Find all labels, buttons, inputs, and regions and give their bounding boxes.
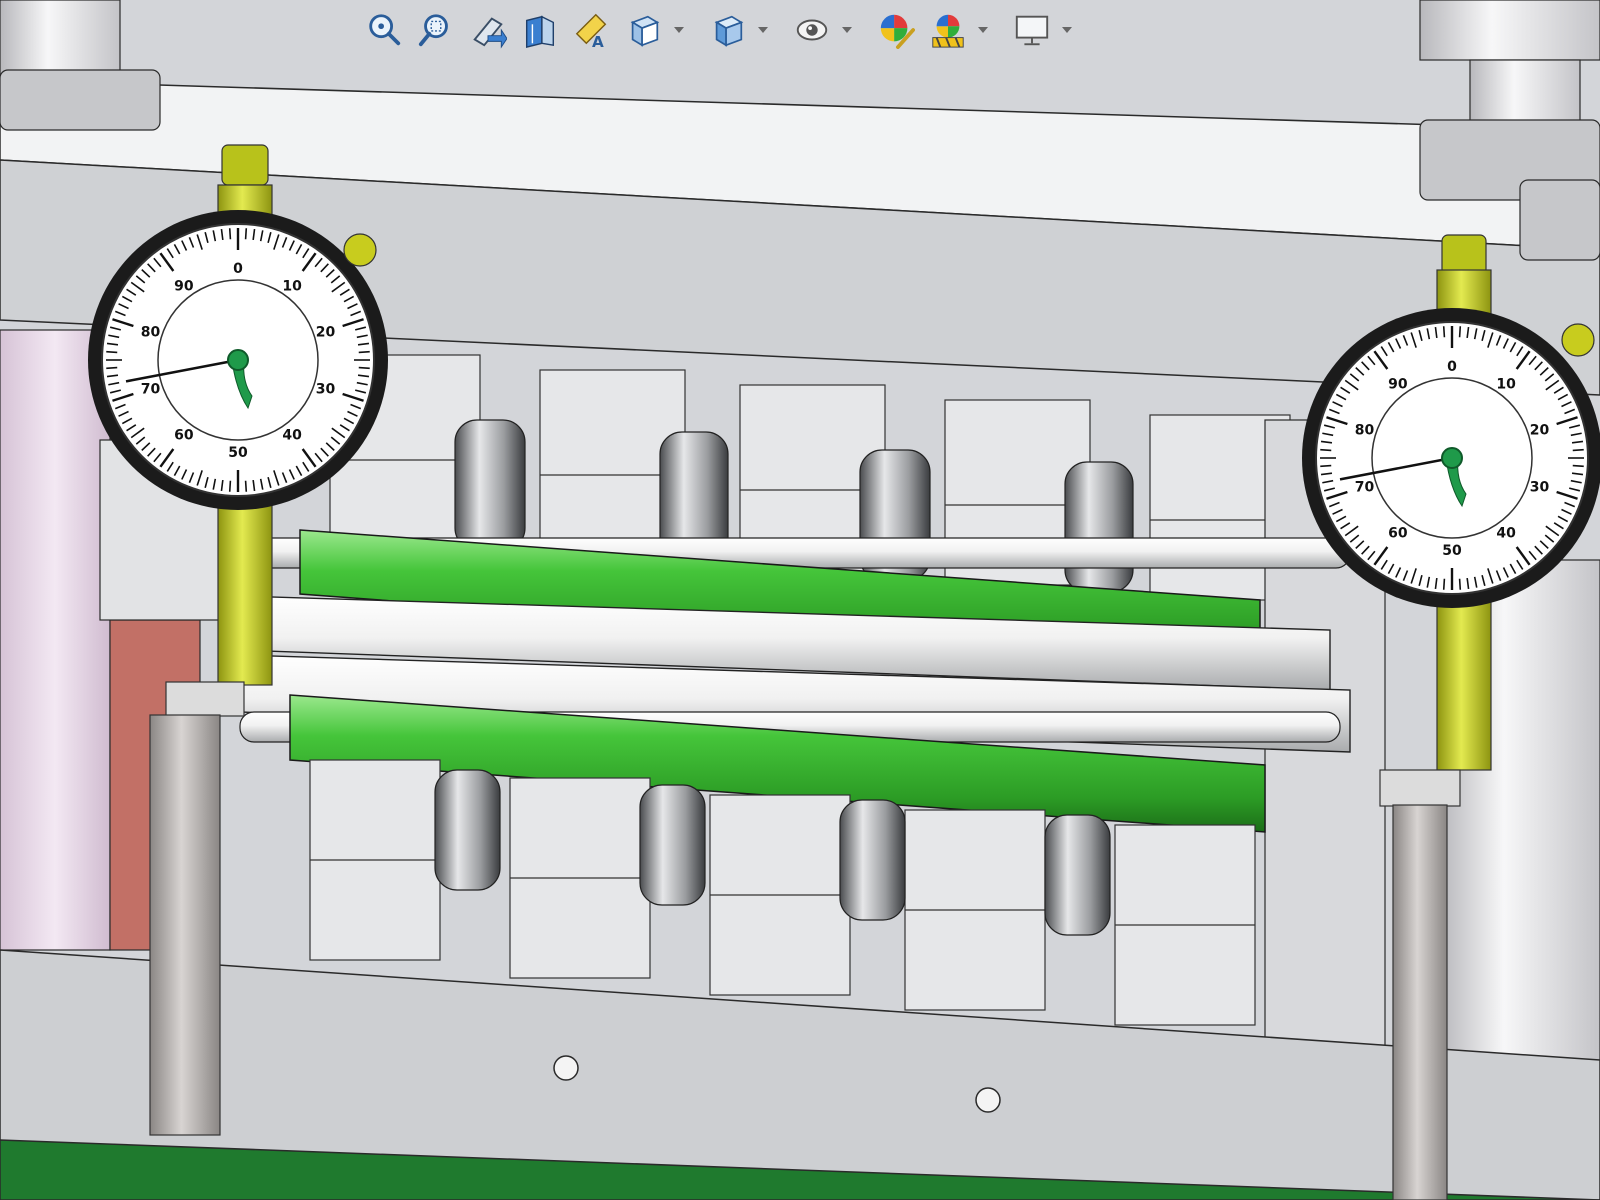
gauge-needle-hub	[227, 349, 249, 371]
gauge-tick-label: 60	[174, 427, 194, 443]
gauge-tick	[228, 228, 232, 240]
dynamic-annotation-icon: A	[575, 13, 607, 49]
gauge-tick-label: 0	[233, 261, 243, 277]
scene-icon	[932, 14, 964, 48]
gauge-tick	[1572, 448, 1584, 452]
gauge-tick-label: 80	[141, 325, 161, 341]
gauge-tick-label: 10	[282, 279, 302, 295]
gauge-tick	[228, 480, 232, 492]
gauge-tick-label: 30	[1530, 479, 1550, 495]
view-orientation-button[interactable]	[620, 6, 668, 54]
gauge-tick-label: 70	[141, 381, 161, 397]
apply-scene-dropdown[interactable]	[976, 6, 990, 54]
gauge-right-nut	[1379, 769, 1461, 807]
display-style-dropdown[interactable]	[756, 6, 770, 54]
display-style-cube-icon	[714, 15, 744, 47]
gauge-tick	[1458, 578, 1462, 590]
edit-appearance-button[interactable]	[872, 6, 920, 54]
gauge-left-nut	[165, 681, 245, 717]
cad-3d-viewport[interactable]: 10 20 30 40 50 60 70 80 90 0 10 20 30 40 50 60 70 80 90 0	[0, 0, 1600, 1200]
gauge-tick	[106, 366, 118, 370]
gauge-tick	[1458, 326, 1462, 338]
section-view-button[interactable]	[516, 6, 564, 54]
gauge-left-rod	[149, 714, 221, 1136]
gauge-tick	[1572, 464, 1584, 468]
apply-scene-button[interactable]	[924, 6, 972, 54]
gauge-tick-label: 20	[316, 325, 336, 341]
gauge-tick-label: 30	[316, 381, 336, 397]
gauge-tick-label: 50	[1442, 543, 1462, 559]
zoom-to-area-icon	[418, 14, 448, 47]
gauge-tick	[358, 350, 370, 354]
gauge-tick	[1442, 326, 1446, 338]
view-orientation-dropdown[interactable]	[672, 6, 686, 54]
gauge-right-side-knob[interactable]	[1561, 323, 1595, 357]
gauge-tick-label: 50	[228, 445, 248, 461]
chevron-down-icon	[674, 27, 684, 33]
view-orientation-cube-icon	[630, 15, 660, 47]
gauge-tick-label: 20	[1530, 423, 1550, 439]
display-style-button[interactable]	[704, 6, 752, 54]
gauge-tick	[1442, 578, 1446, 590]
chevron-down-icon	[1062, 27, 1072, 33]
section-view-icon	[525, 15, 555, 49]
gauge-tick-label: 90	[1388, 377, 1408, 393]
gauge-tick-label: 90	[174, 279, 194, 295]
gauge-right-rod	[1392, 804, 1448, 1200]
gauge-tick-label: 70	[1355, 479, 1375, 495]
gauge-tick	[244, 480, 248, 492]
zoom-to-fit-button[interactable]	[360, 6, 408, 54]
gauge-tick	[106, 350, 118, 354]
gauge-right-cap	[1441, 234, 1487, 276]
chevron-down-icon	[842, 27, 852, 33]
gauge-tick-label: 80	[1355, 423, 1375, 439]
hide-show-items-button[interactable]	[788, 6, 836, 54]
gauge-tick	[244, 228, 248, 240]
zoom-to-fit-icon	[369, 14, 401, 46]
gauge-tick	[1320, 464, 1332, 468]
gauge-tick-label: 10	[1496, 377, 1516, 393]
gauge-tick-label: 60	[1388, 525, 1408, 541]
appearance-ball-icon	[880, 14, 915, 49]
gauge-tick	[1320, 448, 1332, 452]
view-settings-dropdown[interactable]	[1060, 6, 1074, 54]
gauge-needle-hub	[1441, 447, 1463, 469]
svg-text:A: A	[592, 33, 604, 49]
gauge-tick-label: 0	[1447, 359, 1457, 375]
monitor-icon	[1015, 15, 1049, 46]
gauge-left-cap	[221, 144, 269, 186]
zoom-to-area-button[interactable]	[412, 6, 460, 54]
hide-show-items-dropdown[interactable]	[840, 6, 854, 54]
previous-view-icon	[473, 17, 507, 49]
chevron-down-icon	[978, 27, 988, 33]
heads-up-view-toolbar: A	[360, 4, 1088, 56]
gauge-tick	[358, 366, 370, 370]
dynamic-annotation-views-button[interactable]: A	[568, 6, 616, 54]
view-settings-button[interactable]	[1008, 6, 1056, 54]
gauge-left-side-knob[interactable]	[343, 233, 377, 267]
gauge-tick-label: 40	[282, 427, 302, 443]
eye-icon	[796, 19, 828, 41]
previous-view-button[interactable]	[464, 6, 512, 54]
gauge-tick-label: 40	[1496, 525, 1516, 541]
chevron-down-icon	[758, 27, 768, 33]
